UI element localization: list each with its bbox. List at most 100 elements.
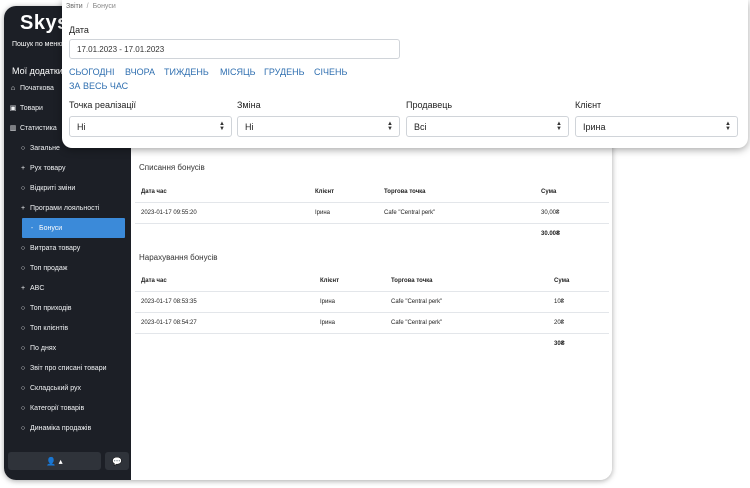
sidebar-item-label: Статистика bbox=[20, 124, 57, 132]
table-row[interactable]: 2023-01-17 08:53:35 Ірина Cafe "Central pe… bbox=[135, 291, 609, 311]
circle-icon: ○ bbox=[20, 304, 26, 312]
sidebar-item-label: Звіт про списані товари bbox=[30, 364, 107, 372]
box-icon: ▣ bbox=[9, 105, 17, 112]
quick-range-link[interactable]: ГРУДЕНЬ bbox=[264, 67, 305, 77]
table-cell: Ірина bbox=[320, 299, 336, 305]
sidebar-item[interactable]: ○ Топ приходів bbox=[4, 298, 131, 318]
client-select[interactable]: Ірина ▲ ▼ bbox=[575, 116, 738, 137]
column-header[interactable]: Дата час bbox=[141, 189, 167, 195]
table-cell: 30,00₴ bbox=[541, 210, 560, 216]
circle-icon: ○ bbox=[20, 424, 26, 432]
column-header[interactable]: Торгова точка bbox=[384, 189, 426, 195]
sidebar-item[interactable]: ○ Складський рух bbox=[4, 378, 131, 398]
table-row[interactable]: 2023-01-17 08:54:27 Ірина Cafe "Central pe… bbox=[135, 312, 609, 332]
point-of-sale-value: Ні bbox=[77, 121, 86, 132]
quick-range-link[interactable]: СІЧЕНЬ bbox=[314, 67, 347, 77]
table-cell: Ірина bbox=[320, 320, 336, 326]
table-cell: Ірина bbox=[315, 210, 331, 216]
date-label: Дата bbox=[69, 25, 89, 35]
sidebar-footer: 👤 ▴ 💬 bbox=[4, 446, 131, 480]
my-apps-link[interactable]: Мої додатки bbox=[12, 66, 63, 76]
user-menu-button[interactable]: 👤 ▴ bbox=[8, 452, 101, 470]
user-icon: 👤 ▴ bbox=[46, 456, 63, 466]
chart-icon: ▥ bbox=[9, 125, 17, 132]
home-icon: ⌂ bbox=[10, 84, 16, 92]
sidebar-item-label: Програми лояльності bbox=[30, 204, 100, 212]
column-header[interactable]: Клієнт bbox=[320, 278, 339, 284]
sidebar-item[interactable]: + Рух товару bbox=[4, 158, 131, 178]
column-header[interactable]: Клієнт bbox=[315, 189, 334, 195]
date-range-value: 17.01.2023 - 17.01.2023 bbox=[77, 44, 165, 54]
circle-icon: ○ bbox=[20, 324, 26, 332]
point-of-sale-select[interactable]: Ні ▲ ▼ bbox=[69, 116, 232, 137]
circle-icon: ○ bbox=[20, 344, 26, 352]
sort-arrows-icon: ▲ ▼ bbox=[219, 121, 225, 132]
date-range-input[interactable]: 17.01.2023 - 17.01.2023 bbox=[69, 39, 400, 59]
chat-icon: 💬 bbox=[112, 456, 122, 466]
table-cell: 10₴ bbox=[554, 299, 565, 305]
shift-value: Ні bbox=[245, 121, 254, 132]
menu-search-input[interactable]: Пошук по меню bbox=[12, 41, 63, 48]
sidebar-item[interactable]: ○ Топ клієнтів bbox=[4, 318, 131, 338]
sidebar-item[interactable]: ○ Звіт про списані товари bbox=[4, 358, 131, 378]
sidebar-item[interactable]: + Програми лояльності bbox=[4, 198, 131, 218]
sidebar-item[interactable]: ○ По днях bbox=[4, 338, 131, 358]
table-total-row: 30.00₴ bbox=[135, 223, 609, 243]
quick-range-link[interactable]: МІСЯЦЬ bbox=[220, 67, 256, 77]
seller-select[interactable]: Всі ▲ ▼ bbox=[406, 116, 569, 137]
sidebar-item-label: По днях bbox=[30, 344, 57, 352]
table-cell: Cafe "Central perk" bbox=[391, 320, 443, 326]
column-header[interactable]: Сума bbox=[554, 278, 569, 284]
sidebar-item-label: Топ клієнтів bbox=[30, 324, 69, 332]
client-label: Клієнт bbox=[575, 100, 602, 110]
sidebar-item-label: Рух товару bbox=[30, 164, 66, 172]
sidebar-item[interactable]: ○ Відкриті зміни bbox=[4, 178, 131, 198]
breadcrumb: Звіти / Бонуси bbox=[66, 3, 116, 10]
quick-range-link[interactable]: ВЧОРА bbox=[125, 67, 155, 77]
seller-label: Продавець bbox=[406, 100, 453, 110]
shift-select[interactable]: Ні ▲ ▼ bbox=[237, 116, 400, 137]
table-cell: 20₴ bbox=[554, 320, 565, 326]
quick-range-link[interactable]: ТИЖДЕНЬ bbox=[164, 67, 209, 77]
circle-icon: ○ bbox=[20, 144, 26, 152]
sidebar-item-label: Динаміка продажів bbox=[30, 424, 92, 432]
sidebar-item-label: Топ продаж bbox=[30, 264, 68, 272]
sidebar-item-label: Відкриті зміни bbox=[30, 184, 76, 192]
circle-icon: ○ bbox=[20, 364, 26, 372]
sort-arrows-icon: ▲ ▼ bbox=[387, 121, 393, 132]
point-of-sale-label: Точка реалізації bbox=[69, 100, 136, 110]
accruals-title: Нарахування бонусів bbox=[139, 253, 218, 262]
circle-icon: ○ bbox=[20, 384, 26, 392]
sidebar-item-label: Товари bbox=[20, 104, 43, 112]
sidebar-item-label: Складський рух bbox=[30, 384, 82, 392]
sidebar-item[interactable]: + ABC bbox=[4, 278, 131, 298]
column-header[interactable]: Торгова точка bbox=[391, 278, 433, 284]
plus-icon: + bbox=[20, 204, 26, 212]
shift-label: Зміна bbox=[237, 100, 261, 110]
chat-button[interactable]: 💬 bbox=[105, 452, 129, 470]
sidebar-item[interactable]: ○ Топ продаж bbox=[4, 258, 131, 278]
sidebar-item[interactable]: ○ Динаміка продажів bbox=[4, 418, 131, 438]
table-total-row: 30₴ bbox=[135, 333, 609, 353]
dash-icon: - bbox=[30, 224, 34, 232]
breadcrumb-bonuses: Бонуси bbox=[92, 3, 116, 10]
sidebar-item[interactable]: ○ Категорії товарів bbox=[4, 398, 131, 418]
circle-icon: ○ bbox=[20, 264, 26, 272]
sidebar-item[interactable]: - Бонуси bbox=[22, 218, 125, 238]
sidebar-item-label: Початкова bbox=[20, 84, 54, 92]
sidebar-item-label: Топ приходів bbox=[30, 304, 72, 312]
table-total: 30₴ bbox=[554, 341, 565, 347]
sort-arrows-icon: ▲ ▼ bbox=[556, 121, 562, 132]
table-cell: Cafe "Central perk" bbox=[391, 299, 443, 305]
column-header[interactable]: Дата час bbox=[141, 278, 167, 284]
circle-icon: ○ bbox=[20, 244, 26, 252]
sidebar-item-label: Категорії товарів bbox=[30, 404, 85, 412]
quick-range-link[interactable]: ЗА ВЕСЬ ЧАС bbox=[69, 81, 128, 91]
table-row[interactable]: 2023-01-17 09:55:20 Ірина Cafe "Central pe… bbox=[135, 202, 609, 222]
sidebar-item[interactable]: ○ Витрата товару bbox=[4, 238, 131, 258]
quick-range-link[interactable]: СЬОГОДНІ bbox=[69, 67, 114, 77]
column-header[interactable]: Сума bbox=[541, 189, 556, 195]
sort-arrows-icon: ▲ ▼ bbox=[725, 121, 731, 132]
breadcrumb-reports[interactable]: Звіти bbox=[66, 3, 83, 10]
table-total: 30.00₴ bbox=[541, 231, 561, 237]
